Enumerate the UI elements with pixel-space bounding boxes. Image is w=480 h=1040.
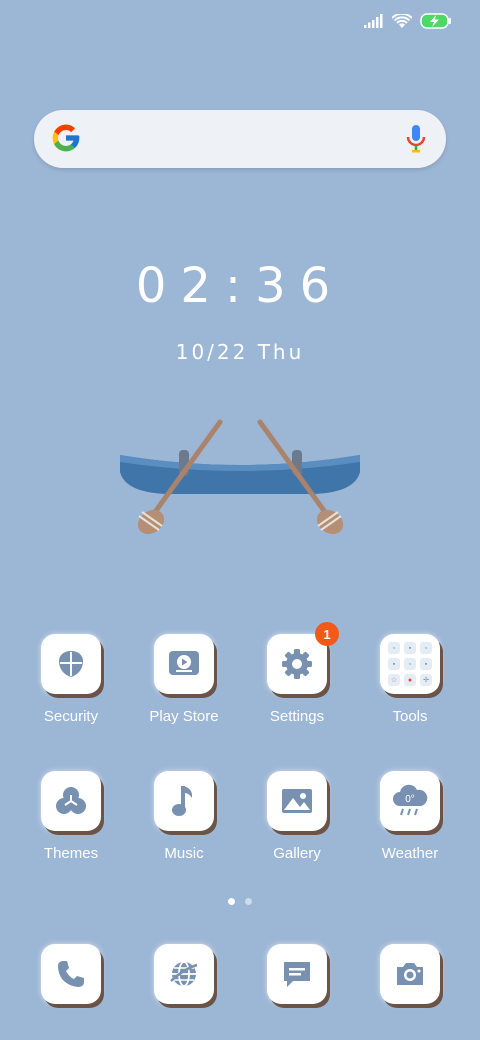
google-logo-icon — [52, 124, 80, 152]
app-tools-folder[interactable]: ▫ ▪ ▫ ▪ ▫ ▪ ☆ ● ✢ Tools — [355, 634, 465, 725]
music-note-icon — [172, 786, 193, 816]
app-tile[interactable] — [41, 771, 101, 831]
dock-browser[interactable] — [129, 944, 239, 1004]
app-tile[interactable] — [267, 944, 327, 1004]
page-dot-active[interactable] — [228, 898, 235, 905]
dock-phone[interactable] — [16, 944, 126, 1004]
dock-camera[interactable] — [355, 944, 465, 1004]
battery-charging-icon — [420, 13, 451, 29]
app-label: Gallery — [273, 845, 321, 862]
app-label: Themes — [43, 845, 99, 862]
app-tile[interactable] — [41, 634, 101, 694]
app-tile[interactable] — [154, 634, 214, 694]
clock-time[interactable]: 02:36 — [0, 258, 480, 314]
mini-app-icon: ☆ — [388, 674, 400, 686]
mini-app-icon: ✢ — [420, 674, 432, 686]
app-tile[interactable] — [41, 944, 101, 1004]
clock-date[interactable]: 10/22 Thu — [0, 340, 480, 364]
app-label: Security — [43, 708, 99, 725]
page-indicator — [0, 898, 480, 905]
gallery-icon — [282, 789, 312, 813]
app-label: Play Store — [149, 708, 219, 725]
app-tile[interactable] — [380, 944, 440, 1004]
app-label: Tools — [392, 708, 428, 725]
app-tile[interactable]: 1 — [267, 622, 339, 694]
app-tile[interactable] — [154, 944, 214, 1004]
browser-icon — [170, 961, 198, 987]
dock-messages[interactable] — [242, 944, 352, 1004]
app-tile[interactable] — [154, 771, 214, 831]
app-themes[interactable]: Themes — [16, 771, 126, 862]
app-gallery[interactable]: Gallery — [242, 771, 352, 862]
shield-icon — [59, 651, 83, 677]
app-label: Music — [164, 845, 204, 862]
mini-app-icon: ▫ — [404, 658, 416, 670]
mini-app-icon: ▪ — [404, 642, 416, 654]
signal-icon — [364, 14, 383, 28]
app-tile[interactable]: 0° — [380, 771, 440, 831]
mini-app-icon: ● — [404, 674, 416, 686]
tools-folder-icon: ▫ ▪ ▫ ▪ ▫ ▪ ☆ ● ✢ — [388, 642, 432, 686]
page-dot[interactable] — [245, 898, 252, 905]
play-store-icon — [169, 651, 199, 675]
weather-temp: 0° — [405, 794, 415, 805]
mini-app-icon: ▫ — [420, 642, 432, 654]
themes-icon — [56, 787, 86, 814]
wifi-icon — [392, 13, 412, 28]
gear-icon — [282, 649, 312, 679]
notification-badge: 1 — [315, 622, 339, 646]
mini-app-icon: ▪ — [420, 658, 432, 670]
mini-app-icon: ▪ — [388, 658, 400, 670]
app-label: Weather — [381, 845, 439, 862]
mic-icon[interactable] — [406, 124, 426, 154]
mini-app-icon: ▫ — [388, 642, 400, 654]
app-tile[interactable] — [267, 771, 327, 831]
phone-icon — [58, 961, 84, 987]
camera-icon — [397, 963, 423, 985]
weather-icon: 0° — [393, 784, 428, 816]
app-weather[interactable]: 0° Weather — [355, 771, 465, 862]
messages-icon — [284, 962, 310, 987]
google-search-bar[interactable] — [34, 110, 446, 168]
app-security[interactable]: Security — [16, 634, 126, 725]
canoe-illustration — [120, 419, 360, 535]
app-label: Settings — [269, 708, 325, 725]
folder-tile[interactable]: ▫ ▪ ▫ ▪ ▫ ▪ ☆ ● ✢ — [380, 634, 440, 694]
app-play-store[interactable]: Play Store — [129, 634, 239, 725]
app-settings[interactable]: 1 Settings — [242, 622, 352, 725]
app-music[interactable]: Music — [129, 771, 239, 862]
status-bar — [364, 10, 452, 32]
